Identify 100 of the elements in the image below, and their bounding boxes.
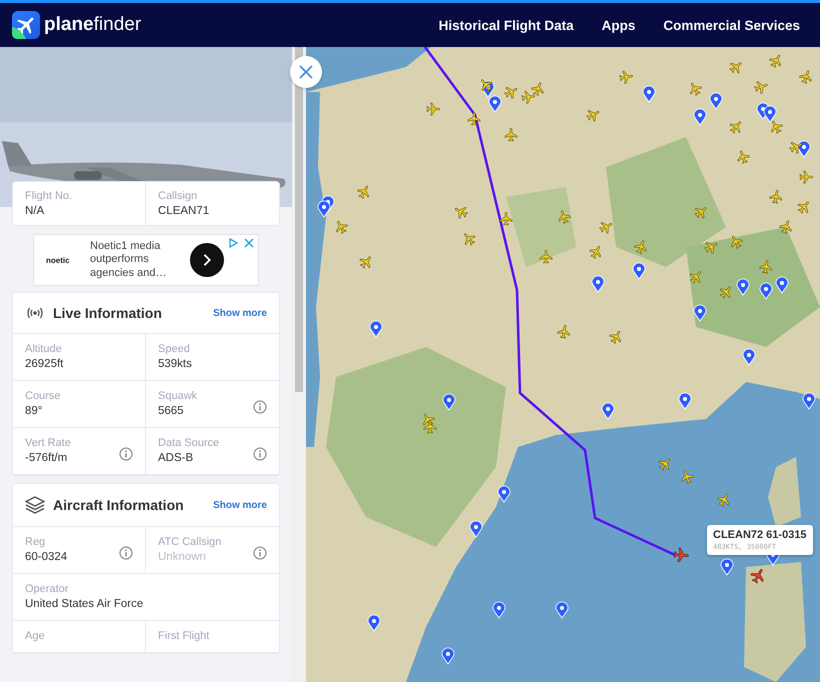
plane-icon[interactable] — [609, 330, 621, 344]
location-pin-icon[interactable] — [442, 394, 456, 410]
nav-link[interactable]: Apps — [602, 18, 636, 32]
plane-icon[interactable] — [690, 271, 701, 284]
show-more-link[interactable]: Show more — [213, 308, 267, 318]
info-icon[interactable] — [119, 447, 133, 461]
location-pin-icon[interactable] — [776, 276, 788, 294]
location-pin-icon[interactable] — [678, 392, 692, 410]
plane-icon[interactable] — [730, 62, 742, 74]
location-pin-icon[interactable] — [802, 392, 816, 410]
plane-icon[interactable] — [504, 128, 518, 142]
field-value: Unknown — [158, 551, 206, 563]
ad-choices-icon[interactable] — [229, 238, 255, 248]
plane-icon[interactable] — [759, 260, 772, 274]
plane-icon[interactable] — [589, 246, 601, 259]
plane-icon[interactable] — [779, 220, 792, 234]
plane-icon[interactable] — [694, 207, 707, 218]
location-pin-icon[interactable] — [498, 486, 510, 502]
plane-icon[interactable] — [504, 87, 518, 99]
plane-icon[interactable] — [586, 110, 600, 122]
location-pin-icon[interactable] — [470, 520, 482, 538]
plane-icon[interactable] — [619, 71, 633, 84]
location-pin-icon[interactable] — [764, 106, 776, 122]
plane-icon[interactable] — [769, 54, 781, 68]
info-icon[interactable] — [119, 546, 133, 560]
plane-icon[interactable] — [521, 91, 535, 104]
ad-banner[interactable]: noetic Noetic1 media outperforms agencies and… — [33, 234, 259, 286]
plane-icon[interactable] — [771, 120, 783, 134]
field-label: Reg — [25, 536, 46, 548]
location-pin-icon[interactable] — [710, 92, 722, 110]
field-value: N/A — [25, 205, 44, 217]
field-label: ATC Callsign — [158, 536, 222, 548]
plane-icon[interactable] — [769, 190, 782, 204]
plane-icon[interactable] — [557, 325, 570, 339]
plane-icon[interactable] — [704, 242, 718, 254]
field-label: Vert Rate — [25, 437, 71, 449]
plane-icon[interactable] — [500, 212, 512, 226]
location-pin-icon[interactable] — [694, 108, 706, 126]
plane-icon[interactable] — [789, 142, 802, 154]
plane-icon[interactable] — [799, 70, 812, 84]
plane-icon[interactable] — [357, 186, 369, 199]
location-pin-icon[interactable] — [736, 278, 750, 296]
info-icon[interactable] — [253, 447, 267, 461]
plane-icon[interactable] — [558, 210, 571, 224]
ad-logo: noetic — [46, 256, 71, 264]
plane-icon[interactable] — [360, 256, 371, 268]
plane-icon[interactable] — [737, 150, 750, 164]
plane-icon[interactable] — [730, 121, 741, 134]
scrollbar[interactable] — [292, 47, 306, 682]
plane-icon[interactable] — [426, 102, 440, 116]
location-pin-icon[interactable] — [720, 558, 734, 576]
field-value: 60-0324 — [25, 551, 68, 563]
plane-icon[interactable] — [599, 222, 612, 234]
nav-link[interactable]: Historical Flight Data — [438, 18, 574, 32]
plane-icon[interactable] — [540, 250, 552, 264]
field-value: ADS-B — [158, 452, 194, 464]
info-icon[interactable] — [253, 546, 267, 560]
location-pin-icon[interactable] — [442, 648, 454, 664]
plane-icon[interactable] — [424, 420, 436, 434]
plane-icon[interactable] — [798, 201, 809, 214]
location-pin-icon[interactable] — [318, 200, 330, 218]
location-pin-icon[interactable] — [642, 86, 656, 102]
plane-icon[interactable] — [720, 286, 731, 298]
plane-icon[interactable] — [674, 548, 689, 562]
location-pin-icon[interactable] — [632, 262, 646, 280]
next-button[interactable] — [190, 243, 224, 277]
scrollbar-thumb[interactable] — [295, 47, 303, 392]
plane-icon[interactable] — [754, 81, 768, 94]
show-more-link[interactable]: Show more — [213, 500, 267, 510]
field-label: Altitude — [25, 343, 62, 355]
location-pin-icon[interactable] — [488, 96, 502, 112]
field-label: Operator — [25, 583, 68, 595]
location-pin-icon[interactable] — [592, 276, 604, 292]
plane-icon[interactable] — [681, 470, 694, 484]
location-pin-icon[interactable] — [694, 304, 706, 322]
logo-text[interactable]: planefinder — [44, 14, 142, 36]
plane-icon[interactable] — [658, 458, 670, 470]
plane-icon[interactable] — [336, 220, 348, 234]
plane-icon[interactable] — [690, 82, 702, 96]
nav-link[interactable]: Commercial Services — [663, 18, 800, 32]
plane-icon[interactable] — [481, 79, 492, 92]
location-pin-icon[interactable] — [368, 614, 380, 632]
field-label: Course — [25, 390, 60, 402]
location-pin-icon[interactable] — [492, 602, 506, 618]
plane-icon[interactable] — [800, 170, 813, 184]
plane-icon[interactable] — [750, 569, 764, 584]
plane-icon[interactable] — [464, 233, 476, 246]
info-icon[interactable] — [253, 400, 267, 414]
plane-icon[interactable] — [454, 207, 468, 219]
plane-icon[interactable] — [634, 240, 647, 254]
signal-waves-icon — [25, 306, 45, 320]
location-pin-icon[interactable] — [602, 402, 614, 420]
location-pin-icon[interactable] — [760, 282, 772, 300]
plane-icon[interactable] — [468, 112, 480, 126]
location-pin-icon[interactable] — [556, 602, 568, 618]
plane-icon[interactable] — [531, 82, 544, 96]
plane-icon[interactable] — [731, 236, 743, 249]
plane-icon[interactable] — [717, 494, 729, 507]
location-pin-icon[interactable] — [370, 320, 382, 338]
location-pin-icon[interactable] — [742, 348, 756, 366]
